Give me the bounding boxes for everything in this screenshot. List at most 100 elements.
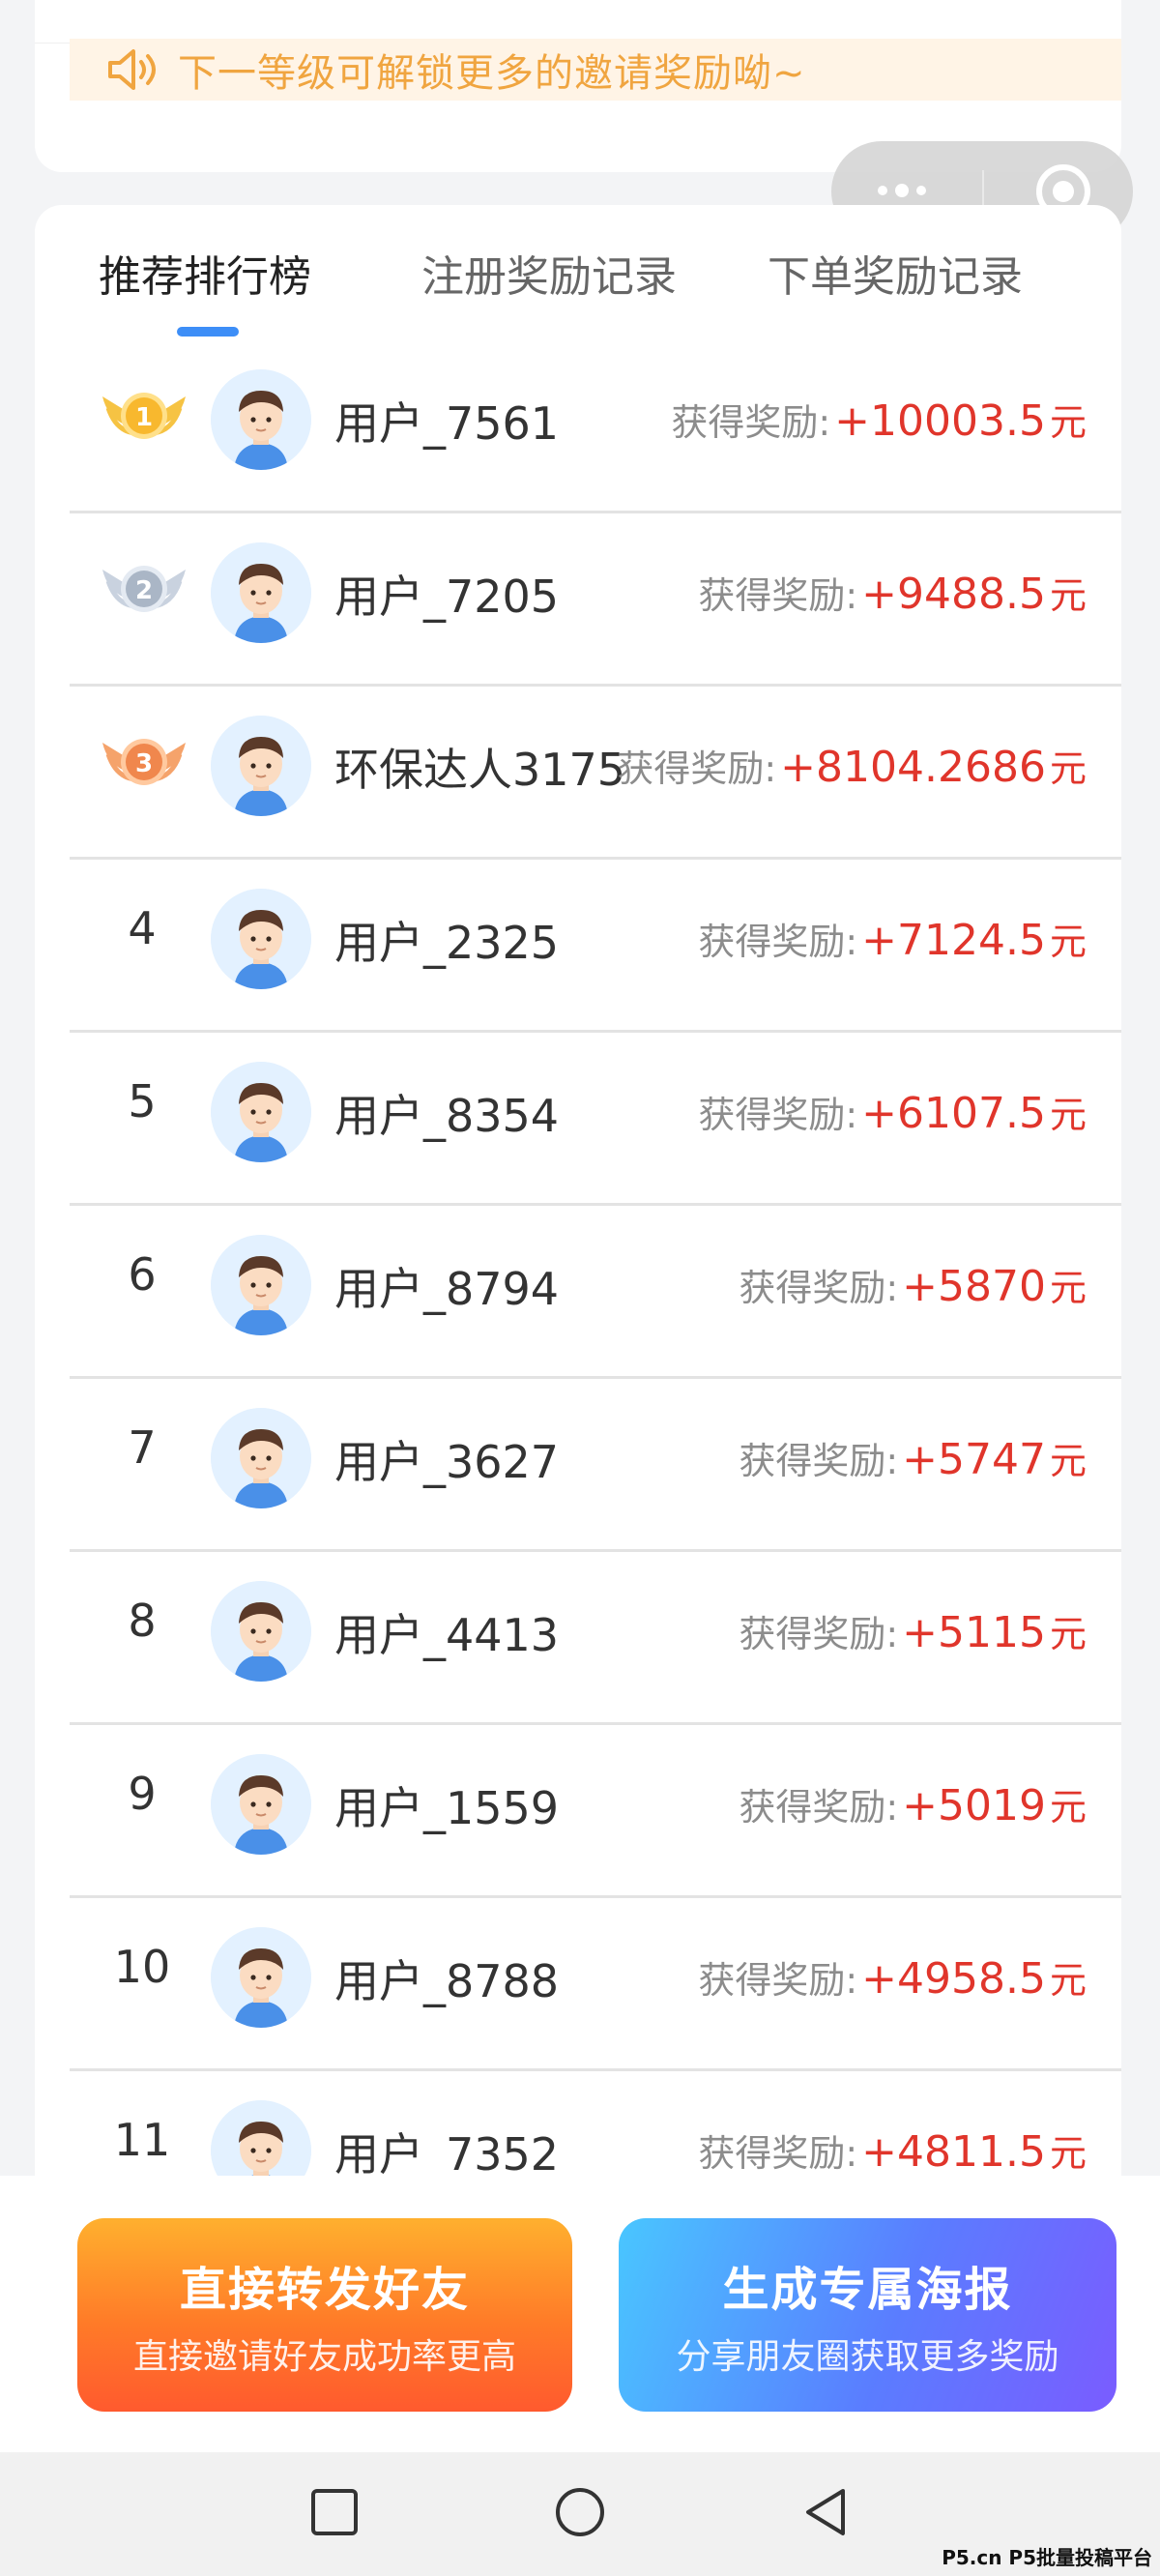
reward-label: 获得奖励: — [739, 1786, 899, 1829]
reward-amount: 获得奖励: +8104.2686 元 — [617, 739, 1087, 792]
reward-label: 获得奖励: — [617, 747, 777, 790]
currency-unit: 元 — [1049, 1959, 1087, 2002]
reward-value: +5115 — [902, 1608, 1046, 1657]
speaker-icon — [108, 49, 156, 90]
user-name: 用户_7205 — [334, 571, 560, 623]
bronze-medal-icon: 3 — [102, 739, 186, 785]
rank-number: 7 — [128, 1421, 157, 1474]
reward-label: 获得奖励: — [698, 1959, 858, 2002]
user-name: 用户_1559 — [334, 1782, 560, 1834]
table-row: 8 用户_4413 获得奖励: +5115 元 — [70, 1552, 1121, 1725]
avatar — [211, 1408, 311, 1508]
avatar — [211, 1062, 311, 1162]
rank-number: 6 — [128, 1248, 157, 1301]
reward-value: +7124.5 — [861, 916, 1046, 965]
table-row: 1 用户_7561 获得奖励: +10003.5 元 — [70, 340, 1121, 513]
generate-poster-button[interactable]: 生成专属海报 分享朋友圈获取更多奖励 — [619, 2218, 1116, 2412]
table-row: 3 环保达人3175 获得奖励: +8104.2686 元 — [70, 687, 1121, 860]
currency-unit: 元 — [1049, 1613, 1087, 1655]
user-name: 用户_8788 — [334, 1955, 560, 2007]
watermark-text: P5.cn P5批量投稿平台 — [942, 2546, 1152, 2569]
table-row: 2 用户_7205 获得奖励: +9488.5 元 — [70, 513, 1121, 687]
currency-unit: 元 — [1049, 921, 1087, 963]
user-name: 用户_7352 — [334, 2128, 560, 2181]
rank-number: 10 — [113, 1941, 171, 1993]
more-menu-icon[interactable] — [878, 184, 926, 197]
forward-button-title: 直接转发好友 — [179, 2263, 470, 2317]
avatar — [211, 1754, 311, 1855]
user-name: 用户_4413 — [334, 1609, 560, 1661]
svg-text:2: 2 — [135, 576, 153, 605]
silver-medal-icon: 2 — [102, 566, 186, 612]
avatar — [211, 1581, 311, 1682]
notice-text: 下一等级可解锁更多的邀请奖励呦~ — [178, 51, 806, 96]
currency-unit: 元 — [1049, 401, 1087, 444]
reward-label: 获得奖励: — [698, 2132, 858, 2175]
reward-amount: 获得奖励: +5870 元 — [739, 1258, 1087, 1311]
reward-amount: 获得奖励: +4811.5 元 — [698, 2123, 1087, 2177]
table-row: 6 用户_8794 获得奖励: +5870 元 — [70, 1206, 1121, 1379]
user-name: 用户_2325 — [334, 917, 560, 969]
notice-bar: 下一等级可解锁更多的邀请奖励呦~ — [70, 39, 1121, 101]
reward-label: 获得奖励: — [698, 921, 858, 963]
back-icon[interactable] — [798, 2485, 853, 2539]
poster-button-subtitle: 分享朋友圈获取更多奖励 — [676, 2337, 1059, 2377]
system-nav-bar: P5.cn P5批量投稿平台 — [0, 2452, 1160, 2576]
reward-value: +4958.5 — [861, 1954, 1046, 2004]
ranking-card: 推荐排行榜 注册奖励记录 下单奖励记录 1 用户_7561 获得奖励: +100… — [35, 205, 1121, 2236]
currency-unit: 元 — [1049, 1267, 1087, 1309]
table-row: 10 用户_8788 获得奖励: +4958.5 元 — [70, 1898, 1121, 2071]
tab-recommend-ranking[interactable]: 推荐排行榜 — [99, 242, 311, 304]
avatar — [211, 1235, 311, 1335]
reward-value: +10003.5 — [834, 396, 1046, 446]
currency-unit: 元 — [1049, 1440, 1087, 1482]
reward-amount: 获得奖励: +6107.5 元 — [698, 1085, 1087, 1138]
home-icon[interactable] — [553, 2485, 607, 2539]
reward-amount: 获得奖励: +4958.5 元 — [698, 1950, 1087, 2004]
avatar — [211, 369, 311, 470]
tab-order-rewards[interactable]: 下单奖励记录 — [768, 242, 1023, 304]
table-row: 4 用户_2325 获得奖励: +7124.5 元 — [70, 860, 1121, 1033]
reward-value: +9488.5 — [861, 570, 1046, 619]
currency-unit: 元 — [1049, 747, 1087, 790]
reward-value: +5019 — [902, 1781, 1046, 1830]
rank-number: 11 — [113, 2114, 171, 2166]
avatar — [211, 889, 311, 989]
user-name: 用户_8794 — [334, 1263, 560, 1315]
recent-apps-icon[interactable] — [307, 2485, 362, 2539]
forward-button-subtitle: 直接邀请好友成功率更高 — [132, 2337, 516, 2377]
reward-amount: 获得奖励: +5115 元 — [739, 1604, 1087, 1657]
svg-text:3: 3 — [135, 749, 153, 778]
reward-label: 获得奖励: — [739, 1613, 899, 1655]
active-tab-indicator — [177, 327, 239, 337]
user-name: 用户_3627 — [334, 1436, 560, 1488]
reward-amount: 获得奖励: +9488.5 元 — [698, 566, 1087, 619]
reward-amount: 获得奖励: +5747 元 — [739, 1431, 1087, 1484]
reward-amount: 获得奖励: +7124.5 元 — [698, 912, 1087, 965]
table-row: 5 用户_8354 获得奖励: +6107.5 元 — [70, 1033, 1121, 1206]
reward-value: +6107.5 — [861, 1089, 1046, 1138]
avatar — [211, 542, 311, 643]
gold-medal-icon: 1 — [102, 393, 186, 439]
user-name: 用户_7561 — [334, 397, 560, 450]
reward-value: +4811.5 — [861, 2127, 1046, 2177]
table-row: 9 用户_1559 获得奖励: +5019 元 — [70, 1725, 1121, 1898]
reward-amount: 获得奖励: +5019 元 — [739, 1777, 1087, 1830]
table-row: 7 用户_3627 获得奖励: +5747 元 — [70, 1379, 1121, 1552]
avatar — [211, 1927, 311, 2028]
reward-value: +5870 — [902, 1262, 1046, 1311]
forward-to-friends-button[interactable]: 直接转发好友 直接邀请好友成功率更高 — [77, 2218, 572, 2412]
reward-amount: 获得奖励: +10003.5 元 — [671, 393, 1087, 446]
svg-text:1: 1 — [135, 403, 153, 432]
rank-number: 9 — [128, 1768, 157, 1820]
currency-unit: 元 — [1049, 1094, 1087, 1136]
reward-value: +5747 — [902, 1435, 1046, 1484]
rank-number: 8 — [128, 1595, 157, 1647]
tab-register-rewards[interactable]: 注册奖励记录 — [421, 242, 677, 304]
currency-unit: 元 — [1049, 1786, 1087, 1829]
currency-unit: 元 — [1049, 2132, 1087, 2175]
rank-number: 5 — [128, 1075, 157, 1127]
reward-label: 获得奖励: — [739, 1440, 899, 1482]
user-name: 环保达人3175 — [334, 744, 626, 796]
reward-label: 获得奖励: — [739, 1267, 899, 1309]
